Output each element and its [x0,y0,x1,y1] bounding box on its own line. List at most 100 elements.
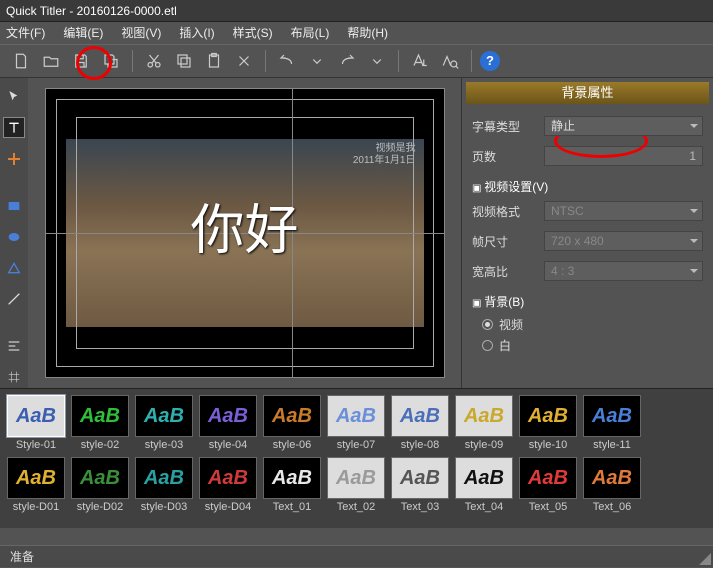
title-text[interactable]: 你好 [191,186,299,265]
grid-tool-icon[interactable] [3,367,25,388]
aspect-label: 宽高比 [472,263,544,280]
rect-tool-icon[interactable] [3,195,25,216]
radio-video[interactable]: 视频 [466,314,709,335]
style-preset[interactable]: AaBstyle-04 [198,395,258,451]
save-icon[interactable] [68,48,94,74]
style-preset[interactable]: AaB Text_01 [262,457,322,513]
line-tool-icon[interactable] [3,289,25,310]
menu-view[interactable]: 视图(V) [121,22,161,44]
style-preset[interactable]: AaBStyle-01 [6,395,66,451]
menu-edit[interactable]: 编辑(E) [63,22,103,44]
undo-dropdown-icon[interactable] [304,48,330,74]
delete-icon[interactable] [231,48,257,74]
styles-panel: AaBStyle-01AaBstyle-02AaBstyle-03AaBstyl… [0,388,713,528]
properties-header: 背景属性 [466,82,709,104]
undo-icon[interactable] [274,48,300,74]
style-thumb[interactable]: AaB [455,395,513,437]
style-thumb[interactable]: AaB [7,457,65,499]
style-thumb[interactable]: AaB [583,395,641,437]
style-label: Text_01 [273,501,312,513]
style-preset[interactable]: AaB Text_02 [326,457,386,513]
ellipse-tool-icon[interactable] [3,226,25,247]
aspect-dropdown[interactable]: 4 : 3 [544,261,703,281]
text-tool-icon[interactable] [3,117,25,138]
new-icon[interactable] [8,48,34,74]
style-preset[interactable]: AaBstyle-11 [582,395,642,451]
subtitle-type-dropdown[interactable]: 静止 [544,116,703,136]
separator [132,50,133,72]
open-icon[interactable] [38,48,64,74]
style-thumb[interactable]: AaB [199,395,257,437]
align-tool-icon[interactable] [3,336,25,357]
pages-field[interactable]: 1 [544,146,703,166]
frame-size-dropdown[interactable]: 720 x 480 [544,231,703,251]
menu-help[interactable]: 帮助(H) [347,22,388,44]
style-preset[interactable]: AaB style-03 [134,395,194,451]
style-label: style-D03 [141,501,187,513]
style-preset[interactable]: AaB style-D03 [134,457,194,513]
save-as-icon[interactable] [98,48,124,74]
style-preset[interactable]: AaBText_03 [390,457,450,513]
style-thumb[interactable]: AaB [519,395,577,437]
crosshair-tool-icon[interactable] [3,148,25,169]
style-label: style-D01 [13,501,59,513]
style-preset[interactable]: AaBstyle-09 [454,395,514,451]
radio-white[interactable]: 白 [466,335,709,356]
style-thumb[interactable]: AaB [135,457,193,499]
style-thumb[interactable]: AaB [455,457,513,499]
pointer-tool-icon[interactable] [3,86,25,107]
style-thumb[interactable]: AaB [263,395,321,437]
style-preset[interactable]: AaB style-07 [326,395,386,451]
style-preset[interactable]: AaB style-D02 [70,457,130,513]
text-style-icon[interactable] [407,48,433,74]
style-preset[interactable]: AaB style-02 [70,395,130,451]
menu-layout[interactable]: 布局(L) [291,22,330,44]
style-preset[interactable]: AaBText_06 [582,457,642,513]
redo-dropdown-icon[interactable] [364,48,390,74]
find-text-icon[interactable] [437,48,463,74]
style-thumb[interactable]: AaB [519,457,577,499]
menu-style[interactable]: 样式(S) [233,22,273,44]
style-preset[interactable]: AaB Text_04 [454,457,514,513]
style-thumb[interactable]: AaB [71,395,129,437]
resize-grip-icon[interactable] [699,553,711,565]
redo-icon[interactable] [334,48,360,74]
style-thumb[interactable]: AaB [327,395,385,437]
style-preset[interactable]: AaBstyle-10 [518,395,578,451]
style-thumb[interactable]: AaB [391,395,449,437]
style-preset[interactable]: AaB style-D01 [6,457,66,513]
menu-insert[interactable]: 插入(I) [179,22,214,44]
paste-icon[interactable] [201,48,227,74]
style-label: style-02 [81,439,120,451]
help-icon[interactable]: ? [480,51,500,71]
style-label: style-D02 [77,501,123,513]
style-label: style-07 [337,439,376,451]
style-thumb[interactable]: AaB [583,457,641,499]
style-label: Text_04 [465,501,504,513]
style-thumb[interactable]: AaB [71,457,129,499]
style-preset[interactable]: AaBstyle-06 [262,395,322,451]
style-thumb[interactable]: AaB [263,457,321,499]
style-thumb[interactable]: AaB [199,457,257,499]
style-label: Text_02 [337,501,376,513]
background-section[interactable]: 背景(B) [466,289,709,314]
video-format-dropdown[interactable]: NTSC [544,201,703,221]
style-label: style-03 [145,439,184,451]
style-thumb[interactable]: AaB [391,457,449,499]
tool-palette [0,78,28,388]
copy-icon[interactable] [171,48,197,74]
video-settings-section[interactable]: 视频设置(V) [466,174,709,199]
triangle-tool-icon[interactable] [3,258,25,279]
style-thumb[interactable]: AaB [327,457,385,499]
style-thumb[interactable]: AaB [7,395,65,437]
style-preset[interactable]: AaBstyle-08 [390,395,450,451]
style-preset[interactable]: AaBstyle-D04 [198,457,258,513]
menu-file[interactable]: 文件(F) [6,22,45,44]
cut-icon[interactable] [141,48,167,74]
style-label: Text_05 [529,501,568,513]
separator [471,50,472,72]
separator [265,50,266,72]
style-thumb[interactable]: AaB [135,395,193,437]
title-canvas[interactable]: 视频是我 2011年1月1日 你好 [45,88,445,378]
style-preset[interactable]: AaB Text_05 [518,457,578,513]
